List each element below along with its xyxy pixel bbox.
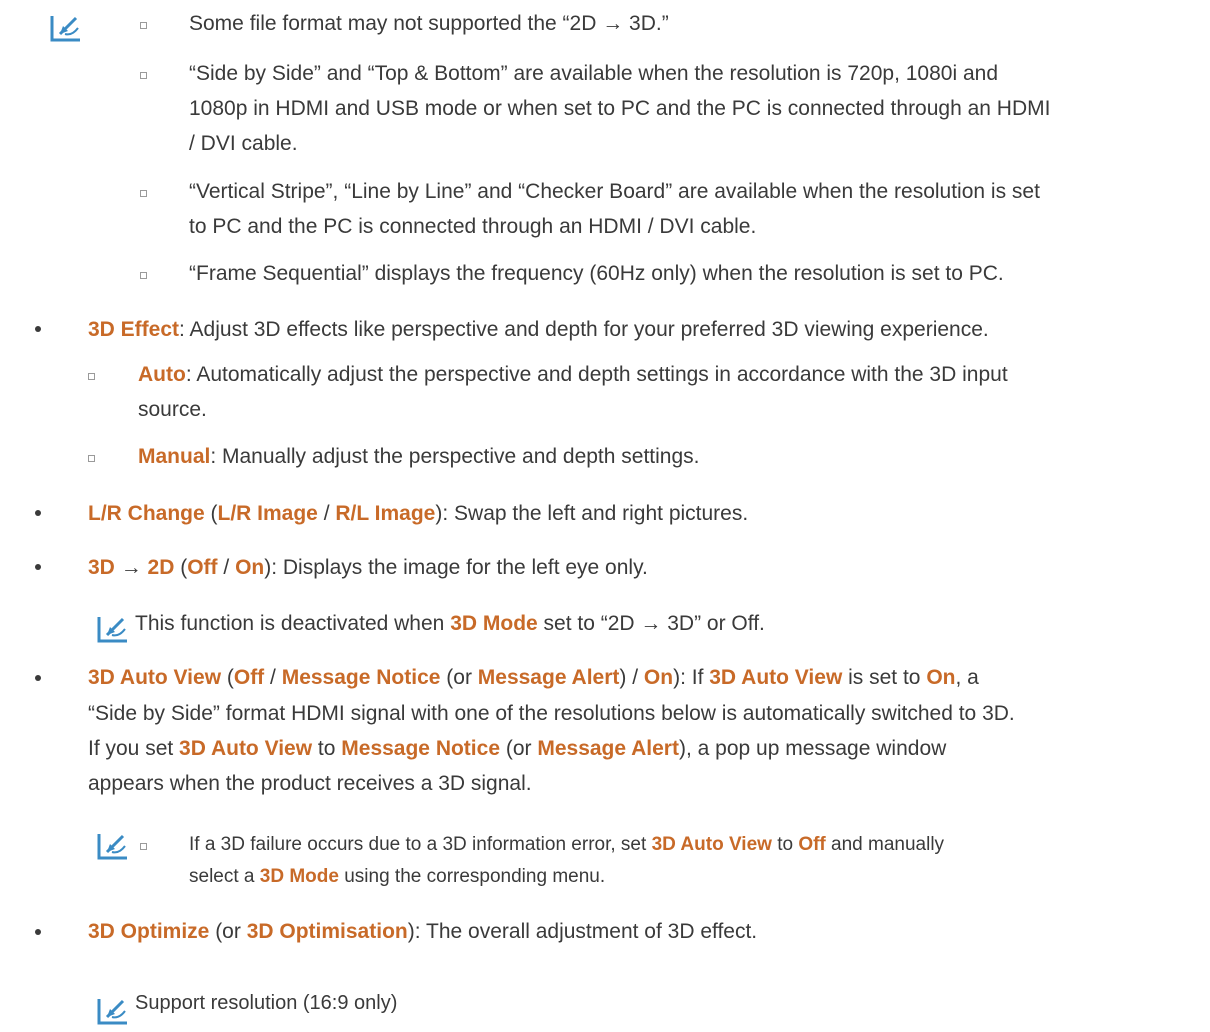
bullet <box>35 326 41 332</box>
square-bullet <box>140 843 147 850</box>
note-line: “Side by Side” and “Top & Bottom” are av… <box>189 62 998 85</box>
autoview-line2: “Side by Side” format HDMI signal with o… <box>88 702 1015 725</box>
effect-manual: Manual: Manually adjust the perspective … <box>138 445 700 468</box>
autoview-line1: 3D Auto View (Off / Message Notice (or M… <box>88 666 979 689</box>
note-icon <box>97 830 131 860</box>
autoview-note-line2: select a 3D Mode using the corresponding… <box>189 866 606 887</box>
effect-auto: Auto: Automatically adjust the perspecti… <box>138 363 1008 386</box>
autoview-line3: If you set 3D Auto View to Message Notic… <box>88 737 947 760</box>
lr-item: L/R Change (L/R Image / R/L Image): Swap… <box>88 502 749 525</box>
effect-auto-cont: source. <box>138 398 207 421</box>
bullet <box>35 510 41 516</box>
bullet <box>35 675 41 681</box>
support-note: Support resolution (16:9 only) <box>135 992 398 1014</box>
square-bullet <box>88 455 95 462</box>
note-icon <box>97 613 131 643</box>
note-line: / DVI cable. <box>189 132 298 155</box>
square-bullet <box>88 373 95 380</box>
effect-item: 3D Effect: Adjust 3D effects like perspe… <box>88 318 989 341</box>
to2d-item: 3D → 2D (Off / On): Displays the image f… <box>88 556 648 579</box>
note-line: Some file format may not supported the “… <box>189 12 669 35</box>
square-bullet <box>140 72 147 79</box>
bullet <box>35 929 41 935</box>
square-bullet <box>140 190 147 197</box>
autoview-note-line1: If a 3D failure occurs due to a 3D infor… <box>189 834 945 855</box>
optimize-item: 3D Optimize (or 3D Optimisation): The ov… <box>88 920 758 943</box>
bullet <box>35 564 41 570</box>
autoview-line4: appears when the product receives a 3D s… <box>88 772 532 795</box>
note-line: “Vertical Stripe”, “Line by Line” and “C… <box>189 180 1040 203</box>
note-icon <box>50 12 84 42</box>
note-icon <box>97 995 131 1025</box>
to2d-note: This function is deactivated when 3D Mod… <box>135 612 765 635</box>
square-bullet <box>140 22 147 29</box>
note-line: “Frame Sequential” displays the frequenc… <box>189 262 1004 285</box>
note-line: to PC and the PC is connected through an… <box>189 215 757 238</box>
note-line: 1080p in HDMI and USB mode or when set t… <box>189 97 1051 120</box>
square-bullet <box>140 272 147 279</box>
